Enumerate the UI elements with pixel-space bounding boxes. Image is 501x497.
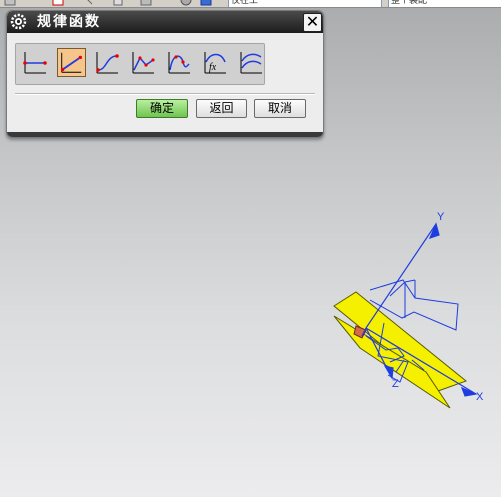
dialog-titlebar[interactable]: 规律函数 ✕ [7,11,323,33]
y-axis-line [365,223,437,329]
equation-law-icon[interactable]: fx [201,48,230,77]
constant-law-icon[interactable] [21,48,50,77]
law-type-panel: fx [15,43,265,85]
law-curve-icon[interactable] [237,48,266,77]
svg-text:fx: fx [209,62,217,73]
cubic-along-spine-law-icon[interactable] [165,48,194,77]
law-function-dialog: 规律函数 ✕ fx 确定 返回 取消 [6,10,324,138]
cancel-button[interactable]: 取消 [254,99,306,118]
linear-law-icon[interactable] [57,48,86,77]
close-button[interactable]: ✕ [303,13,322,32]
z-axis-label: Z [392,378,399,390]
z-axis-arrow [383,365,394,380]
gear-icon [10,13,27,30]
linear-along-spine-law-icon[interactable] [129,48,158,77]
dialog-separator [15,93,315,95]
cubic-law-icon[interactable] [93,48,122,77]
y-axis-label: Y [437,211,445,223]
ok-button[interactable]: 确定 [136,99,188,118]
dialog-title: 规律函数 [37,14,101,30]
back-button[interactable]: 返回 [196,99,247,118]
x-axis-label: X [476,391,484,403]
